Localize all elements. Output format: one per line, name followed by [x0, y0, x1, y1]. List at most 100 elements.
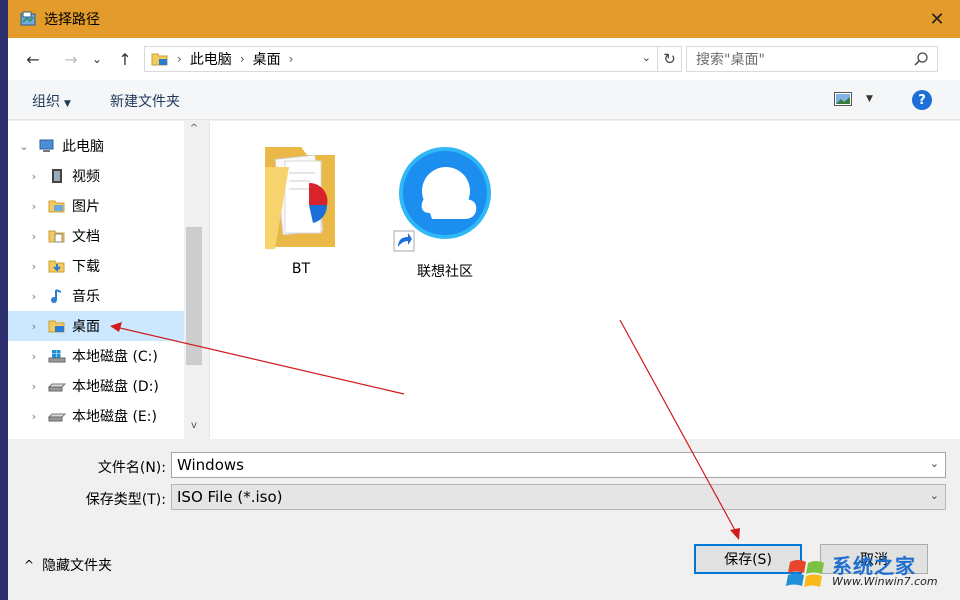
- chevron-right-icon[interactable]: ›: [28, 200, 40, 213]
- address-dropdown-icon[interactable]: ⌄: [642, 51, 651, 64]
- title-bar[interactable]: 选择路径 ✕: [8, 0, 960, 38]
- file-item-lenovo-community[interactable]: 联想社区: [390, 143, 500, 281]
- command-toolbar: 组织 ▼ 新建文件夹 ▼ ?: [8, 80, 960, 120]
- app-icon: [20, 11, 36, 26]
- nav-item-drive-c[interactable]: › 本地磁盘 (C:): [8, 341, 184, 371]
- close-icon: ✕: [929, 8, 945, 30]
- up-button[interactable]: ↑: [114, 48, 136, 70]
- breadcrumb-separator: ›: [177, 52, 182, 66]
- nav-item-label: 文档: [72, 229, 100, 245]
- filetype-label: 保存类型(T):: [85, 492, 166, 508]
- chevron-down-icon: ⌄: [91, 52, 103, 66]
- search-box[interactable]: 搜索"桌面": [686, 46, 938, 72]
- hide-folders-toggle[interactable]: ^ 隐藏文件夹: [24, 555, 112, 575]
- forward-arrow-icon: →: [64, 49, 78, 69]
- nav-item-label: 桌面: [72, 319, 100, 335]
- back-arrow-icon: ←: [26, 49, 40, 69]
- filetype-select[interactable]: ISO File (*.iso) ⌄: [171, 484, 946, 510]
- nav-item-videos[interactable]: › 视频: [8, 161, 184, 191]
- forward-button[interactable]: →: [60, 48, 82, 70]
- desktop-folder-icon: [48, 320, 65, 333]
- videos-folder-icon: [52, 169, 62, 183]
- filename-field[interactable]: Windows ⌄: [171, 452, 946, 478]
- qq-browser-shortcut-icon: [393, 147, 491, 252]
- file-label: BT: [291, 261, 311, 277]
- back-button[interactable]: ←: [22, 48, 44, 70]
- organize-label: 组织: [32, 94, 60, 110]
- navigation-pane[interactable]: ⌄ 此电脑 › 视频 › 图片 › 文档 › 下载 › 音乐 › 桌面 › 本地…: [8, 121, 204, 439]
- address-bar[interactable]: › 此电脑 › 桌面 › ⌄ ↻: [144, 46, 682, 72]
- folder-icon: [265, 147, 335, 249]
- save-form: 文件名(N): Windows ⌄ 保存类型(T): ISO File (*.i…: [8, 439, 960, 600]
- refresh-icon: ↻: [663, 50, 676, 68]
- chevron-down-icon[interactable]: ⌄: [930, 489, 939, 502]
- breadcrumb-separator[interactable]: ›: [240, 52, 245, 66]
- save-dialog: 选择路径 ✕ ← → ⌄ ↑ › 此电脑 › 桌面 › ⌄ ↻ 搜索"桌面" 组…: [0, 0, 960, 600]
- nav-item-label: 本地磁盘 (C:): [72, 349, 158, 365]
- window-title: 选择路径: [44, 12, 100, 28]
- nav-item-downloads[interactable]: › 下载: [8, 251, 184, 281]
- hide-folders-label: 隐藏文件夹: [42, 558, 113, 574]
- caret-down-icon: ▼: [64, 99, 71, 109]
- nav-item-this-pc[interactable]: ⌄ 此电脑: [8, 131, 184, 161]
- file-list-pane[interactable]: BT 联想社区: [209, 121, 960, 439]
- caret-down-icon: ▼: [866, 94, 873, 104]
- scroll-thumb[interactable]: [186, 227, 202, 365]
- chevron-right-icon[interactable]: ›: [28, 350, 40, 363]
- watermark: 系统之家 Www.Winwin7.com: [786, 548, 956, 598]
- address-row: ← → ⌄ ↑ › 此电脑 › 桌面 › ⌄ ↻ 搜索"桌面": [8, 38, 960, 80]
- filename-label: 文件名(N):: [97, 460, 166, 476]
- nav-item-label: 此电脑: [62, 139, 104, 155]
- chevron-down-icon[interactable]: ⌄: [18, 140, 30, 153]
- chevron-right-icon[interactable]: ›: [28, 230, 40, 243]
- chevron-right-icon[interactable]: ›: [28, 260, 40, 273]
- nav-item-drive-e[interactable]: › 本地磁盘 (E:): [8, 401, 184, 431]
- chevron-right-icon[interactable]: ›: [28, 320, 40, 333]
- recent-locations-button[interactable]: ⌄: [90, 48, 104, 70]
- breadcrumb-desktop[interactable]: 桌面: [253, 49, 281, 69]
- drive-icon: [48, 413, 66, 422]
- refresh-button[interactable]: ↻: [657, 47, 681, 71]
- windows-drive-icon: [48, 350, 66, 363]
- nav-item-drive-d[interactable]: › 本地磁盘 (D:): [8, 371, 184, 401]
- filetype-value: ISO File (*.iso): [177, 488, 283, 506]
- windows-flag-logo: [786, 560, 824, 587]
- documents-folder-icon: [48, 230, 65, 243]
- scroll-down-icon[interactable]: v: [184, 420, 204, 437]
- nav-item-label: 图片: [72, 199, 100, 215]
- organize-menu[interactable]: 组织 ▼: [32, 91, 71, 111]
- nav-item-desktop[interactable]: › 桌面: [8, 311, 184, 341]
- nav-item-label: 音乐: [72, 289, 100, 305]
- nav-item-label: 本地磁盘 (D:): [72, 379, 159, 395]
- chevron-up-icon: ^: [24, 558, 35, 572]
- chevron-right-icon[interactable]: ›: [28, 170, 40, 183]
- chevron-right-icon[interactable]: ›: [28, 380, 40, 393]
- help-button[interactable]: ?: [912, 90, 932, 110]
- watermark-url: Www.Winwin7.com: [832, 575, 938, 588]
- nav-item-label: 视频: [72, 169, 100, 185]
- search-icon[interactable]: [913, 51, 929, 67]
- nav-item-label: 下载: [72, 259, 100, 275]
- up-arrow-icon: ↑: [118, 49, 132, 69]
- nav-item-documents[interactable]: › 文档: [8, 221, 184, 251]
- breadcrumb-this-pc[interactable]: 此电脑: [190, 49, 232, 69]
- filename-value[interactable]: Windows: [177, 456, 244, 474]
- chevron-down-icon[interactable]: ⌄: [930, 457, 939, 470]
- downloads-folder-icon: [48, 260, 65, 273]
- close-button[interactable]: ✕: [914, 0, 960, 38]
- search-input[interactable]: 搜索"桌面": [696, 49, 765, 69]
- file-label: 联想社区: [417, 264, 473, 280]
- computer-icon: [39, 139, 54, 152]
- file-item-bt[interactable]: BT: [246, 143, 356, 277]
- chevron-right-icon[interactable]: ›: [28, 290, 40, 303]
- scroll-up-icon[interactable]: ^: [184, 123, 204, 140]
- nav-item-pictures[interactable]: › 图片: [8, 191, 184, 221]
- drive-icon: [48, 383, 66, 392]
- nav-scrollbar[interactable]: ^ v: [184, 121, 204, 439]
- change-view-button[interactable]: ▼: [834, 92, 873, 106]
- new-folder-button[interactable]: 新建文件夹: [110, 91, 180, 111]
- nav-item-label: 本地磁盘 (E:): [72, 409, 157, 425]
- chevron-right-icon[interactable]: ›: [28, 410, 40, 423]
- breadcrumb-separator[interactable]: ›: [289, 52, 294, 66]
- nav-item-music[interactable]: › 音乐: [8, 281, 184, 311]
